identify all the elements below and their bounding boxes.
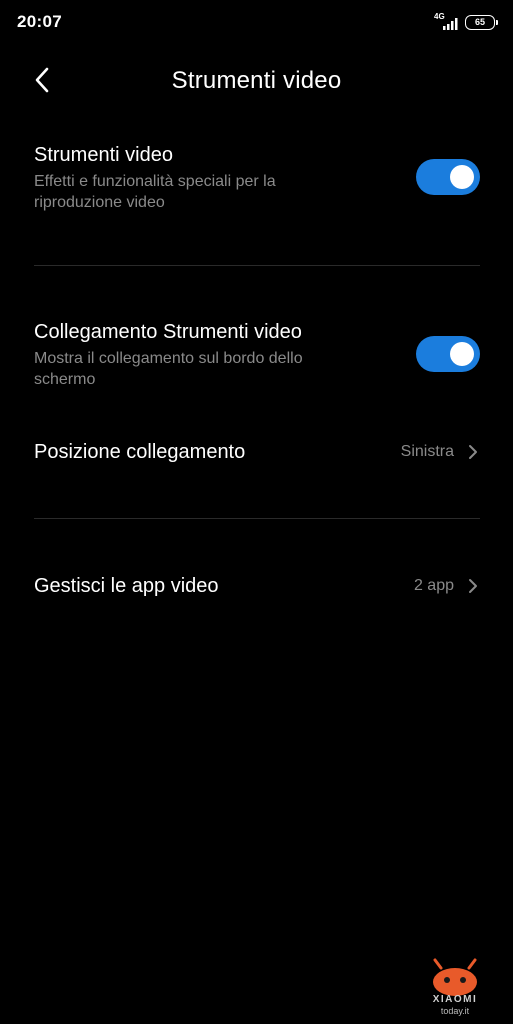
toggle-knob (450, 342, 474, 366)
battery-tip (496, 19, 498, 25)
divider (34, 265, 480, 266)
watermark-logo: XIAOMI today.it (415, 958, 495, 1018)
battery-level: 65 (474, 16, 485, 27)
network-indicator: 4G (434, 13, 458, 31)
status-time: 20:07 (17, 12, 62, 31)
header: Strumenti video (0, 55, 513, 107)
battery-icon: 65 (465, 14, 498, 30)
setting-title: Strumenti video (34, 144, 173, 166)
link-position-label: Posizione collegamento (34, 440, 246, 463)
status-icons: 4G 65 (434, 13, 498, 31)
link-position-value: Sinistra (400, 443, 454, 460)
watermark-brand: XIAOMI (432, 994, 478, 1005)
setting-description: Mostra il collegamento sul bordo dello s… (34, 350, 303, 388)
setting-description: Effetti e funzionalità speciali per la r… (34, 173, 276, 211)
mascot-icon (433, 958, 477, 996)
manage-video-apps-value: 2 app (413, 577, 454, 594)
watermark-sub: today.it (440, 1006, 470, 1016)
setting-title: Collegamento Strumenti video (34, 321, 302, 343)
divider (34, 518, 480, 519)
setting-video-tools[interactable]: Strumenti video Effetti e funzionalità s… (34, 143, 480, 213)
status-bar: 20:07 4G 65 (0, 0, 513, 44)
manage-video-apps-row[interactable]: Gestisci le app video 2 app (34, 566, 480, 606)
setting-video-tools-link[interactable]: Collegamento Strumenti video Mostra il c… (34, 320, 480, 390)
link-position-row[interactable]: Posizione collegamento Sinistra (34, 432, 480, 472)
chevron-right-icon (468, 443, 480, 461)
page-title: Strumenti video (171, 67, 342, 94)
video-tools-link-toggle[interactable] (416, 336, 480, 372)
screen: 20:07 4G 65 Strumenti video Strumenti vi… (0, 0, 513, 1024)
video-tools-toggle[interactable] (416, 159, 480, 195)
manage-video-apps-label: Gestisci le app video (34, 574, 219, 597)
signal-icon (443, 18, 458, 30)
toggle-knob (450, 165, 474, 189)
chevron-right-icon (468, 577, 480, 595)
